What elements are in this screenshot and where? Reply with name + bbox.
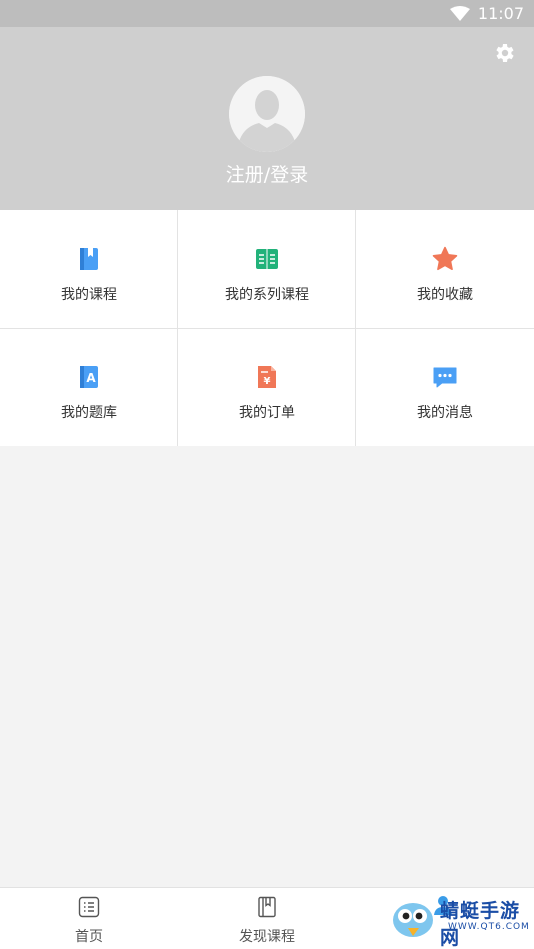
menu-item-my-question-bank[interactable]: A 我的题库: [0, 328, 178, 446]
menu-item-my-favorites[interactable]: 我的收藏: [356, 210, 534, 328]
menu-item-label: 我的课程: [61, 287, 117, 303]
status-time: 11:07: [477, 4, 524, 23]
watermark-logo: 蜻蜓手游网 WWW.QT6.COM: [388, 892, 534, 949]
tab-label: 首页: [75, 929, 103, 945]
menu-item-label: 我的消息: [417, 405, 473, 421]
home-list-icon: [78, 896, 100, 918]
question-bank-icon: A: [80, 366, 98, 388]
menu-item-label: 我的题库: [61, 405, 117, 421]
default-user-icon: [229, 76, 305, 152]
menu-item-my-series-courses[interactable]: 我的系列课程: [178, 210, 356, 328]
discover-book-icon: [258, 896, 276, 918]
watermark-url: WWW.QT6.COM: [448, 922, 530, 932]
open-book-icon: [256, 249, 278, 269]
dragonfly-logo-icon: [393, 903, 433, 937]
tab-home[interactable]: 首页: [0, 888, 178, 949]
menu-item-label: 我的订单: [239, 405, 295, 421]
order-icon: ¥: [258, 366, 276, 388]
menu-grid: 我的课程 我的系列课程 我的收藏 A 我的题库 ¥ 我的订单 我的消息: [0, 210, 534, 446]
tab-discover-courses[interactable]: 发现课程: [178, 888, 356, 949]
tab-label: 发现课程: [239, 929, 295, 945]
register-login-link[interactable]: 注册/登录: [0, 160, 534, 187]
message-icon: [433, 367, 457, 388]
menu-item-my-messages[interactable]: 我的消息: [356, 328, 534, 446]
svg-text:A: A: [86, 371, 96, 385]
menu-item-label: 我的系列课程: [225, 287, 309, 303]
profile-header: 注册/登录: [0, 27, 534, 210]
menu-item-my-courses[interactable]: 我的课程: [0, 210, 178, 328]
book-icon: [80, 248, 98, 270]
status-bar: 11:07: [0, 0, 534, 27]
wifi-icon: [449, 5, 470, 21]
avatar[interactable]: [229, 76, 305, 152]
star-icon: [432, 246, 458, 271]
menu-item-my-orders[interactable]: ¥ 我的订单: [178, 328, 356, 446]
svg-text:¥: ¥: [264, 376, 271, 387]
menu-item-label: 我的收藏: [417, 287, 473, 303]
settings-gear-icon[interactable]: [492, 41, 516, 65]
